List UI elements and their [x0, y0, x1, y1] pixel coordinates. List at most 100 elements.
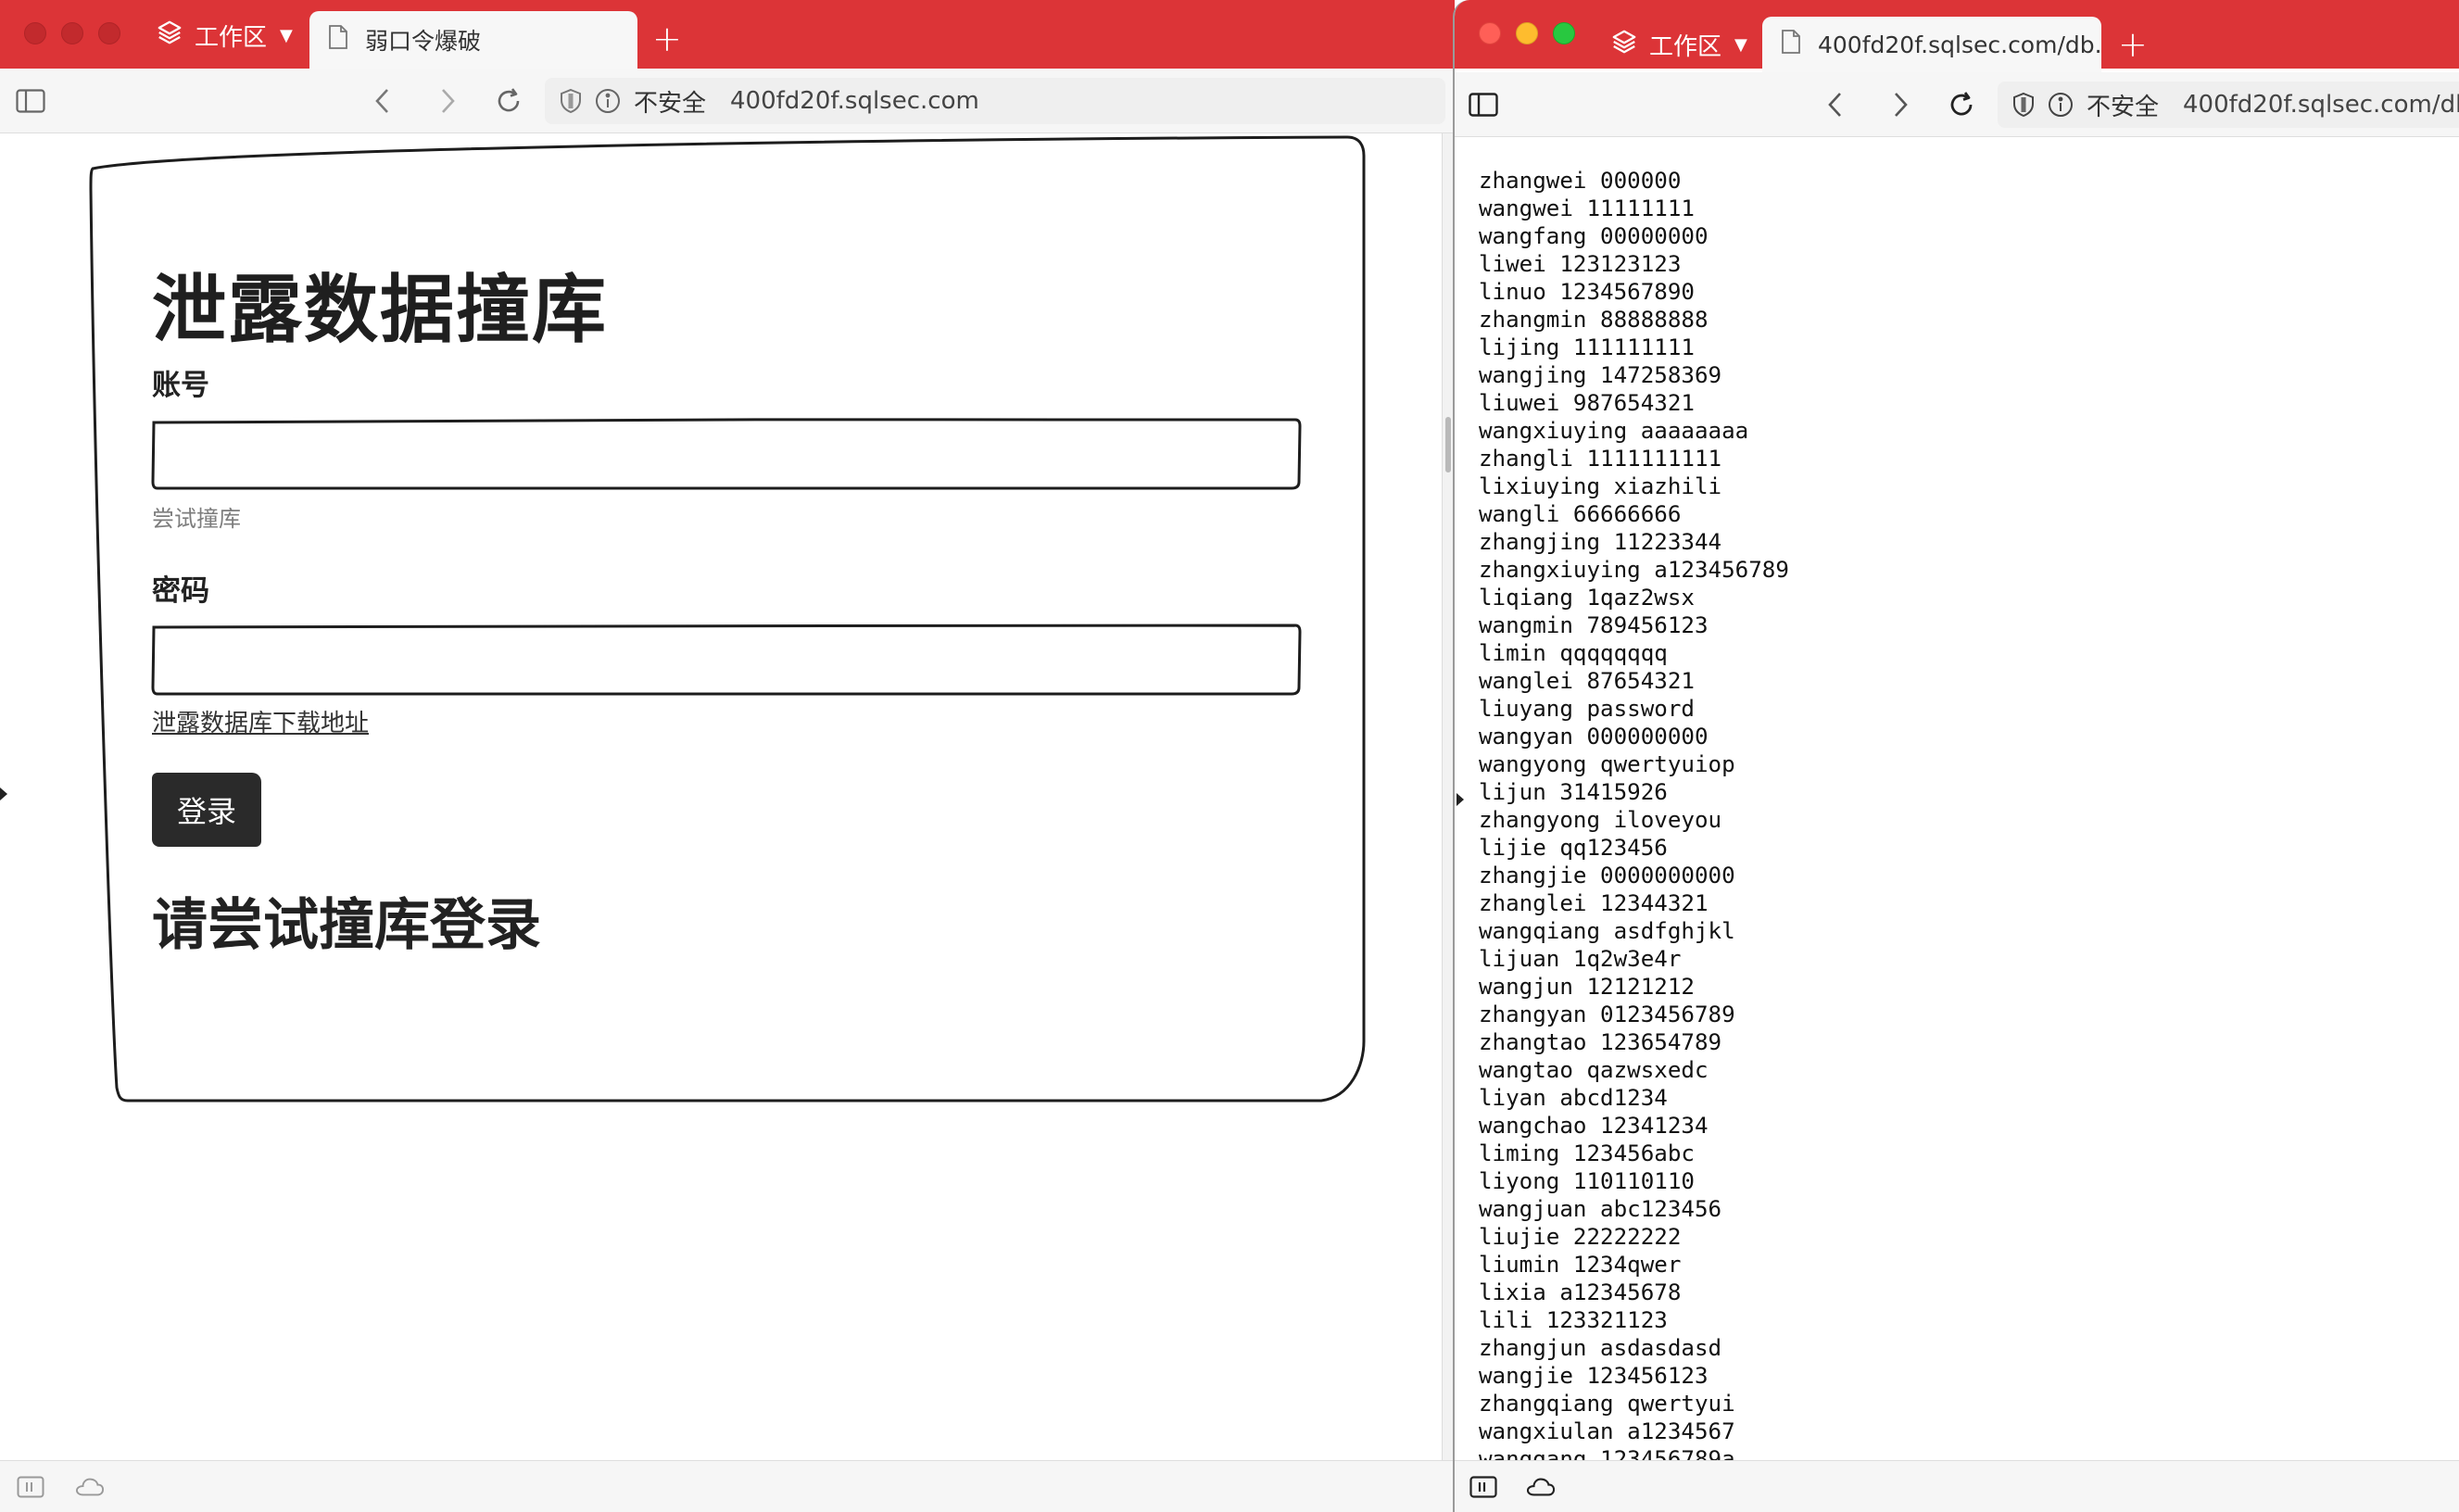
status-bar: [1455, 1460, 2459, 1512]
credential-line: wangxiuying aaaaaaaa: [1479, 418, 1749, 444]
workspace-menu[interactable]: 工作区 ▼: [1610, 26, 1747, 63]
credential-line: zhanglei 12344321: [1479, 890, 1709, 916]
credential-line: zhangjing 11223344: [1479, 529, 1722, 555]
workspace-menu[interactable]: 工作区 ▼: [156, 17, 293, 54]
db-download-link[interactable]: 泄露数据库下载地址: [152, 704, 369, 738]
reload-icon[interactable]: [493, 85, 524, 117]
credential-line: liuyang password: [1479, 696, 1695, 722]
shield-icon: [2012, 92, 2035, 118]
credential-line: wangyan 000000000: [1479, 724, 1709, 750]
scrollbar-thumb[interactable]: [1445, 417, 1451, 472]
password-input[interactable]: [150, 623, 1303, 697]
address-bar[interactable]: 不安全 400fd20f.sqlsec.com: [545, 78, 1445, 124]
credential-line: zhangwei 000000: [1479, 168, 1682, 194]
credential-line: zhangyan 0123456789: [1479, 1002, 1735, 1027]
credential-line: liujie 22222222: [1479, 1224, 1682, 1250]
credential-line: wangjing 147258369: [1479, 362, 1722, 388]
credential-line: lili 123321123: [1479, 1307, 1668, 1333]
zoom-window-button[interactable]: [98, 22, 120, 44]
credential-line: wangjie 123456123: [1479, 1363, 1709, 1389]
security-label: 不安全: [634, 89, 707, 118]
credential-line: wanglei 87654321: [1479, 668, 1695, 694]
credential-list: zhangwei 000000 wangwei 11111111 wangfang …: [1479, 167, 1789, 1473]
forward-icon[interactable]: [432, 85, 463, 117]
credential-line: liqiang 1qaz2wsx: [1479, 585, 1695, 611]
credential-line: lijun 31415926: [1479, 779, 1668, 805]
security-label: 不安全: [2087, 93, 2160, 121]
edge-arrow-icon: [0, 788, 7, 800]
new-tab-button[interactable]: +: [652, 20, 682, 57]
credential-line: wangjuan abc123456: [1479, 1196, 1722, 1222]
credential-line: liyong 110110110: [1479, 1168, 1695, 1194]
credential-line: lijing 111111111: [1479, 334, 1695, 360]
title-bar: 工作区 ▼ 400fd20f.sqlsec.com/db.txt +: [1455, 0, 2459, 72]
address-bar[interactable]: 不安全 400fd20f.sqlsec.com/db.txt: [1998, 82, 2459, 128]
credential-line: zhangqiang qwertyui: [1479, 1391, 1735, 1417]
sidebar-icon[interactable]: [15, 85, 46, 117]
page-title: 泄露数据撞库: [152, 267, 608, 353]
credential-line: wangchao 12341234: [1479, 1113, 1709, 1139]
account-input[interactable]: [150, 417, 1303, 491]
chevron-down-icon: ▼: [1734, 34, 1747, 55]
url-text[interactable]: 400fd20f.sqlsec.com/db.txt: [2183, 91, 2459, 119]
tab-title: 400fd20f.sqlsec.com/db.txt: [1818, 31, 2101, 58]
credential-line: wangqiang asdfghjkl: [1479, 918, 1735, 944]
url-text[interactable]: 400fd20f.sqlsec.com: [730, 87, 979, 115]
info-icon[interactable]: [2048, 92, 2074, 118]
zoom-window-button[interactable]: [1553, 22, 1575, 44]
tab-active[interactable]: 400fd20f.sqlsec.com/db.txt: [1762, 17, 2101, 72]
shield-icon: [560, 88, 582, 114]
close-window-button[interactable]: [24, 22, 46, 44]
reload-icon[interactable]: [1946, 89, 1977, 120]
workspace-label: 工作区: [1649, 32, 1722, 61]
credential-line: liwei 123123123: [1479, 251, 1682, 277]
document-icon: [328, 25, 365, 55]
layers-icon: [156, 19, 195, 53]
minimize-window-button[interactable]: [1516, 22, 1538, 44]
info-icon[interactable]: [595, 88, 621, 114]
credential-line: zhangtao 123654789: [1479, 1029, 1722, 1055]
workspace-label: 工作区: [195, 23, 268, 52]
cloud-icon[interactable]: [76, 1474, 104, 1500]
close-window-button[interactable]: [1479, 22, 1501, 44]
credential-line: wangxiulan a1234567: [1479, 1418, 1735, 1444]
credential-line: wangli 66666666: [1479, 501, 1682, 527]
cloud-icon[interactable]: [1527, 1474, 1555, 1500]
back-icon[interactable]: [1820, 89, 1851, 120]
credential-line: zhangyong iloveyou: [1479, 807, 1722, 833]
minimize-window-button[interactable]: [61, 22, 83, 44]
credential-line: zhangli 1111111111: [1479, 446, 1722, 472]
tab-overview-icon[interactable]: [1469, 1474, 1497, 1500]
tab-title: 弱口令爆破: [365, 28, 482, 55]
sidebar-icon[interactable]: [1468, 89, 1499, 120]
credential-line: liumin 1234qwer: [1479, 1252, 1682, 1278]
credential-line: wangwei 11111111: [1479, 195, 1695, 221]
credential-line: wangmin 789456123: [1479, 612, 1709, 638]
chevron-down-icon: ▼: [280, 25, 293, 45]
result-message: 请尝试撞库登录: [152, 893, 541, 958]
credential-line: lixia a12345678: [1479, 1279, 1682, 1305]
credential-line: zhangmin 88888888: [1479, 307, 1709, 333]
browser-window-right: 工作区 ▼ 400fd20f.sqlsec.com/db.txt +: [1453, 0, 2459, 1512]
tab-active[interactable]: 弱口令爆破: [309, 11, 637, 69]
toolbar: 不安全 400fd20f.sqlsec.com/db.txt: [1455, 72, 2459, 137]
tab-overview-icon[interactable]: [17, 1474, 44, 1500]
browser-window-left: 工作区 ▼ 弱口令爆破 + 不安全 400fd20f.sqlsec.com 泄露…: [0, 0, 1455, 1512]
login-button[interactable]: 登录: [152, 773, 261, 847]
credential-line: wangjun 12121212: [1479, 974, 1695, 1000]
credential-line: lixiuying xiazhili: [1479, 473, 1722, 499]
new-tab-button[interactable]: +: [2118, 26, 2148, 63]
credential-line: wangfang 00000000: [1479, 223, 1709, 249]
account-hint: 尝试撞库: [152, 506, 241, 532]
edge-arrow-icon: [1456, 793, 1464, 806]
forward-icon[interactable]: [1885, 89, 1916, 120]
credential-line: lijuan 1q2w3e4r: [1479, 946, 1682, 972]
document-icon: [1781, 30, 1818, 59]
credential-line: zhangjie 0000000000: [1479, 863, 1735, 888]
credential-line: lijie qq123456: [1479, 835, 1668, 861]
title-bar: 工作区 ▼ 弱口令爆破 +: [0, 0, 1455, 69]
status-bar: [0, 1460, 1455, 1512]
credential-line: wangyong qwertyuiop: [1479, 751, 1735, 777]
credential-line: wangtao qazwsxedc: [1479, 1057, 1709, 1083]
back-icon[interactable]: [367, 85, 398, 117]
